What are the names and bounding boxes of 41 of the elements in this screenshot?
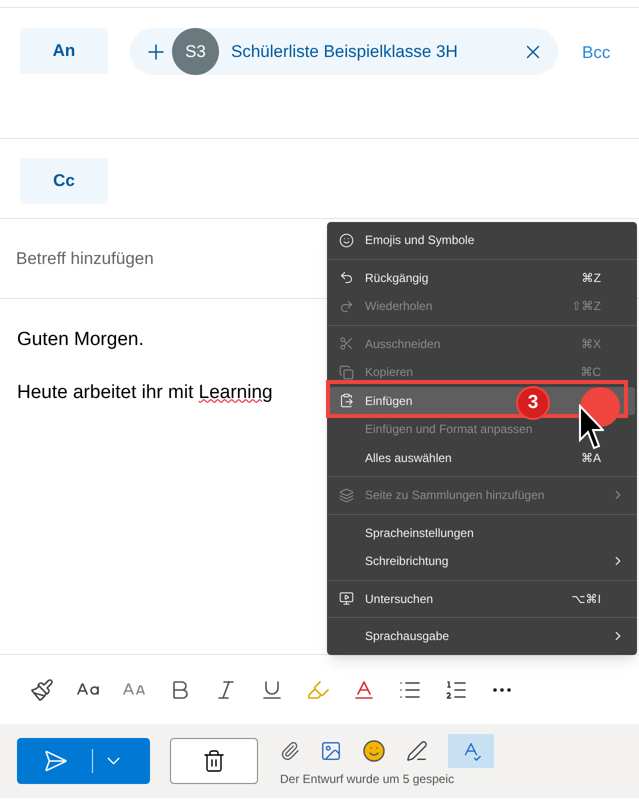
avatar: S3 <box>172 28 219 75</box>
redo-icon <box>339 298 354 314</box>
body-text: Guten Morgen. <box>17 328 144 352</box>
smiley-icon <box>339 232 354 248</box>
send-button[interactable] <box>17 738 150 784</box>
shortcut-text: ⌘Z <box>582 270 601 287</box>
menu-item[interactable]: Sprachausgabe <box>329 622 635 650</box>
trash-icon <box>202 749 226 773</box>
recipient-name: Schülerliste Beispielklasse 3H <box>231 40 459 63</box>
shortcut-text: ⇧⌘Z <box>572 298 601 316</box>
menu-item[interactable]: Emojis und Symbole <box>329 226 635 254</box>
pen-icon[interactable] <box>406 740 428 762</box>
menu-item[interactable]: Untersuchen ⌥⌘I <box>329 584 635 613</box>
shortcut-text: ⌘X <box>580 336 601 353</box>
collection-icon <box>339 488 354 503</box>
status-text: Der Entwurf wurde um 5 gespeic <box>280 771 456 788</box>
recipient-chip[interactable]: S3 Schülerliste Beispielklasse 3H <box>130 28 558 75</box>
menu-item[interactable]: Spracheinstellungen <box>329 518 635 547</box>
bcc-link[interactable]: Bcc <box>582 40 610 66</box>
paintbrush-icon[interactable] <box>30 678 54 702</box>
cc-button[interactable]: Cc <box>20 158 108 204</box>
delete-button[interactable] <box>170 738 258 784</box>
menu-item[interactable]: Schreibrichtung <box>329 547 635 576</box>
smiley-icon[interactable] <box>362 739 386 763</box>
subject-field[interactable]: Betreff hinzufügen <box>16 246 306 272</box>
copy-icon <box>339 364 354 380</box>
to-button[interactable]: An <box>20 28 108 74</box>
shortcut-text: ⌘A <box>580 450 601 467</box>
shortcut-text: ⌘C <box>580 364 601 382</box>
editor-button[interactable] <box>448 734 494 768</box>
menu-item[interactable]: Rückgängig ⌘Z <box>329 264 635 292</box>
paperclip-icon[interactable] <box>280 741 300 761</box>
shortcut-text: ⌥⌘I <box>572 590 601 608</box>
image-icon[interactable] <box>320 740 342 762</box>
body-text: Heute arbeitet ihr mit Learning <box>17 380 273 404</box>
send-icon <box>43 748 68 774</box>
undo-icon <box>339 270 354 286</box>
scissors-icon <box>339 336 354 352</box>
inspect-icon <box>339 591 354 606</box>
menu-item[interactable]: Alles auswählen ⌘A <box>329 444 635 472</box>
clipboard-icon <box>339 393 354 408</box>
